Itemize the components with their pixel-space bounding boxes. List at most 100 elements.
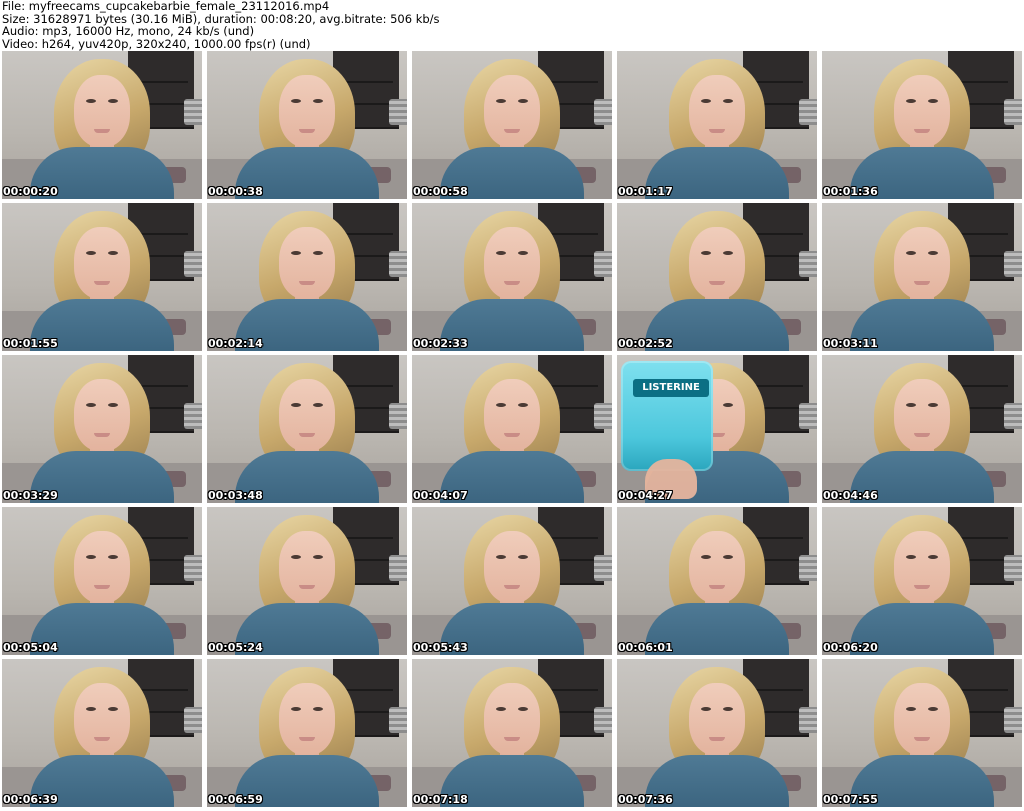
timestamp-label: 00:01:17 <box>618 185 673 198</box>
eye-left <box>86 707 96 711</box>
thumbnail-grid: 00:00:20 00:00:38 00:00:58 00:01:17 00:01:36… <box>2 51 1022 809</box>
timestamp-label: 00:01:55 <box>3 337 58 350</box>
thumbnail-frame: 00:02:52 <box>617 203 817 351</box>
laundry-basket <box>594 403 612 429</box>
eye-right <box>723 251 733 255</box>
laundry-basket <box>1004 99 1022 125</box>
mouth <box>504 737 520 741</box>
eye-right <box>518 707 528 711</box>
eye-right <box>928 707 938 711</box>
person-face <box>689 75 745 147</box>
person-face <box>74 683 130 755</box>
thumbnail-frame: 00:03:11 <box>822 203 1022 351</box>
eye-left <box>906 707 916 711</box>
eye-left <box>496 403 506 407</box>
eye-right <box>313 403 323 407</box>
eye-right <box>313 707 323 711</box>
eye-right <box>518 99 528 103</box>
eye-right <box>313 99 323 103</box>
eye-left <box>86 403 96 407</box>
eye-right <box>518 403 528 407</box>
mouth <box>709 281 725 285</box>
timestamp-label: 00:04:27 <box>618 489 673 502</box>
file-name-line: File: myfreecams_cupcakebarbie_female_23… <box>2 0 330 13</box>
eye-left <box>496 99 506 103</box>
laundry-basket <box>389 403 407 429</box>
eye-right <box>313 555 323 559</box>
mouth <box>914 433 930 437</box>
bottle-label: LISTERINE <box>633 379 709 397</box>
eye-right <box>108 707 118 711</box>
timestamp-label: 00:02:14 <box>208 337 263 350</box>
timestamp-label: 00:01:36 <box>823 185 878 198</box>
laundry-basket <box>799 707 817 733</box>
person-face <box>279 683 335 755</box>
eye-right <box>518 555 528 559</box>
mouthwash-bottle: LISTERINE <box>621 361 713 471</box>
eye-right <box>723 99 733 103</box>
laundry-basket <box>389 251 407 277</box>
person-face <box>279 531 335 603</box>
eye-right <box>108 251 118 255</box>
thumbnail-frame: 00:00:38 <box>207 51 407 199</box>
laundry-basket <box>184 707 202 733</box>
laundry-basket <box>594 707 612 733</box>
eye-left <box>291 251 301 255</box>
eye-left <box>906 555 916 559</box>
timestamp-label: 00:03:11 <box>823 337 878 350</box>
timestamp-label: 00:06:39 <box>3 793 58 806</box>
mouth <box>914 129 930 133</box>
thumbnail-frame: 00:04:07 <box>412 355 612 503</box>
laundry-basket <box>594 555 612 581</box>
eye-left <box>86 251 96 255</box>
laundry-basket <box>184 403 202 429</box>
person-face <box>279 75 335 147</box>
eye-left <box>86 555 96 559</box>
thumbnail-frame: 00:02:33 <box>412 203 612 351</box>
eye-right <box>928 555 938 559</box>
person-face <box>74 531 130 603</box>
thumbnail-frame: 00:00:58 <box>412 51 612 199</box>
eye-right <box>928 403 938 407</box>
timestamp-label: 00:00:58 <box>413 185 468 198</box>
thumbnail-frame: 00:01:17 <box>617 51 817 199</box>
timestamp-label: 00:05:04 <box>3 641 58 654</box>
thumbnail-frame: 00:07:55 <box>822 659 1022 807</box>
eye-left <box>496 251 506 255</box>
mouth <box>299 737 315 741</box>
person-face <box>894 531 950 603</box>
laundry-basket <box>184 555 202 581</box>
mouth <box>504 585 520 589</box>
timestamp-label: 00:04:46 <box>823 489 878 502</box>
timestamp-label: 00:04:07 <box>413 489 468 502</box>
laundry-basket <box>594 251 612 277</box>
timestamp-label: 00:07:36 <box>618 793 673 806</box>
file-info-header: File: myfreecams_cupcakebarbie_female_23… <box>2 0 1022 51</box>
thumbnail-frame: 00:03:48 <box>207 355 407 503</box>
person-face <box>894 227 950 299</box>
eye-right <box>723 707 733 711</box>
person-face <box>484 379 540 451</box>
eye-right <box>928 99 938 103</box>
thumbnail-frame: 00:02:14 <box>207 203 407 351</box>
laundry-basket <box>184 251 202 277</box>
mouth <box>709 129 725 133</box>
eye-left <box>291 707 301 711</box>
person-face <box>74 75 130 147</box>
laundry-basket <box>389 555 407 581</box>
person-face <box>689 531 745 603</box>
timestamp-label: 00:00:20 <box>3 185 58 198</box>
laundry-basket <box>1004 707 1022 733</box>
thumbnail-frame: 00:06:59 <box>207 659 407 807</box>
person-face <box>279 379 335 451</box>
mouth <box>709 585 725 589</box>
timestamp-label: 00:05:24 <box>208 641 263 654</box>
eye-left <box>701 99 711 103</box>
mouth <box>94 585 110 589</box>
mouth <box>914 737 930 741</box>
person-face <box>74 227 130 299</box>
timestamp-label: 00:05:43 <box>413 641 468 654</box>
mouth <box>504 129 520 133</box>
person-face <box>279 227 335 299</box>
laundry-basket <box>389 99 407 125</box>
